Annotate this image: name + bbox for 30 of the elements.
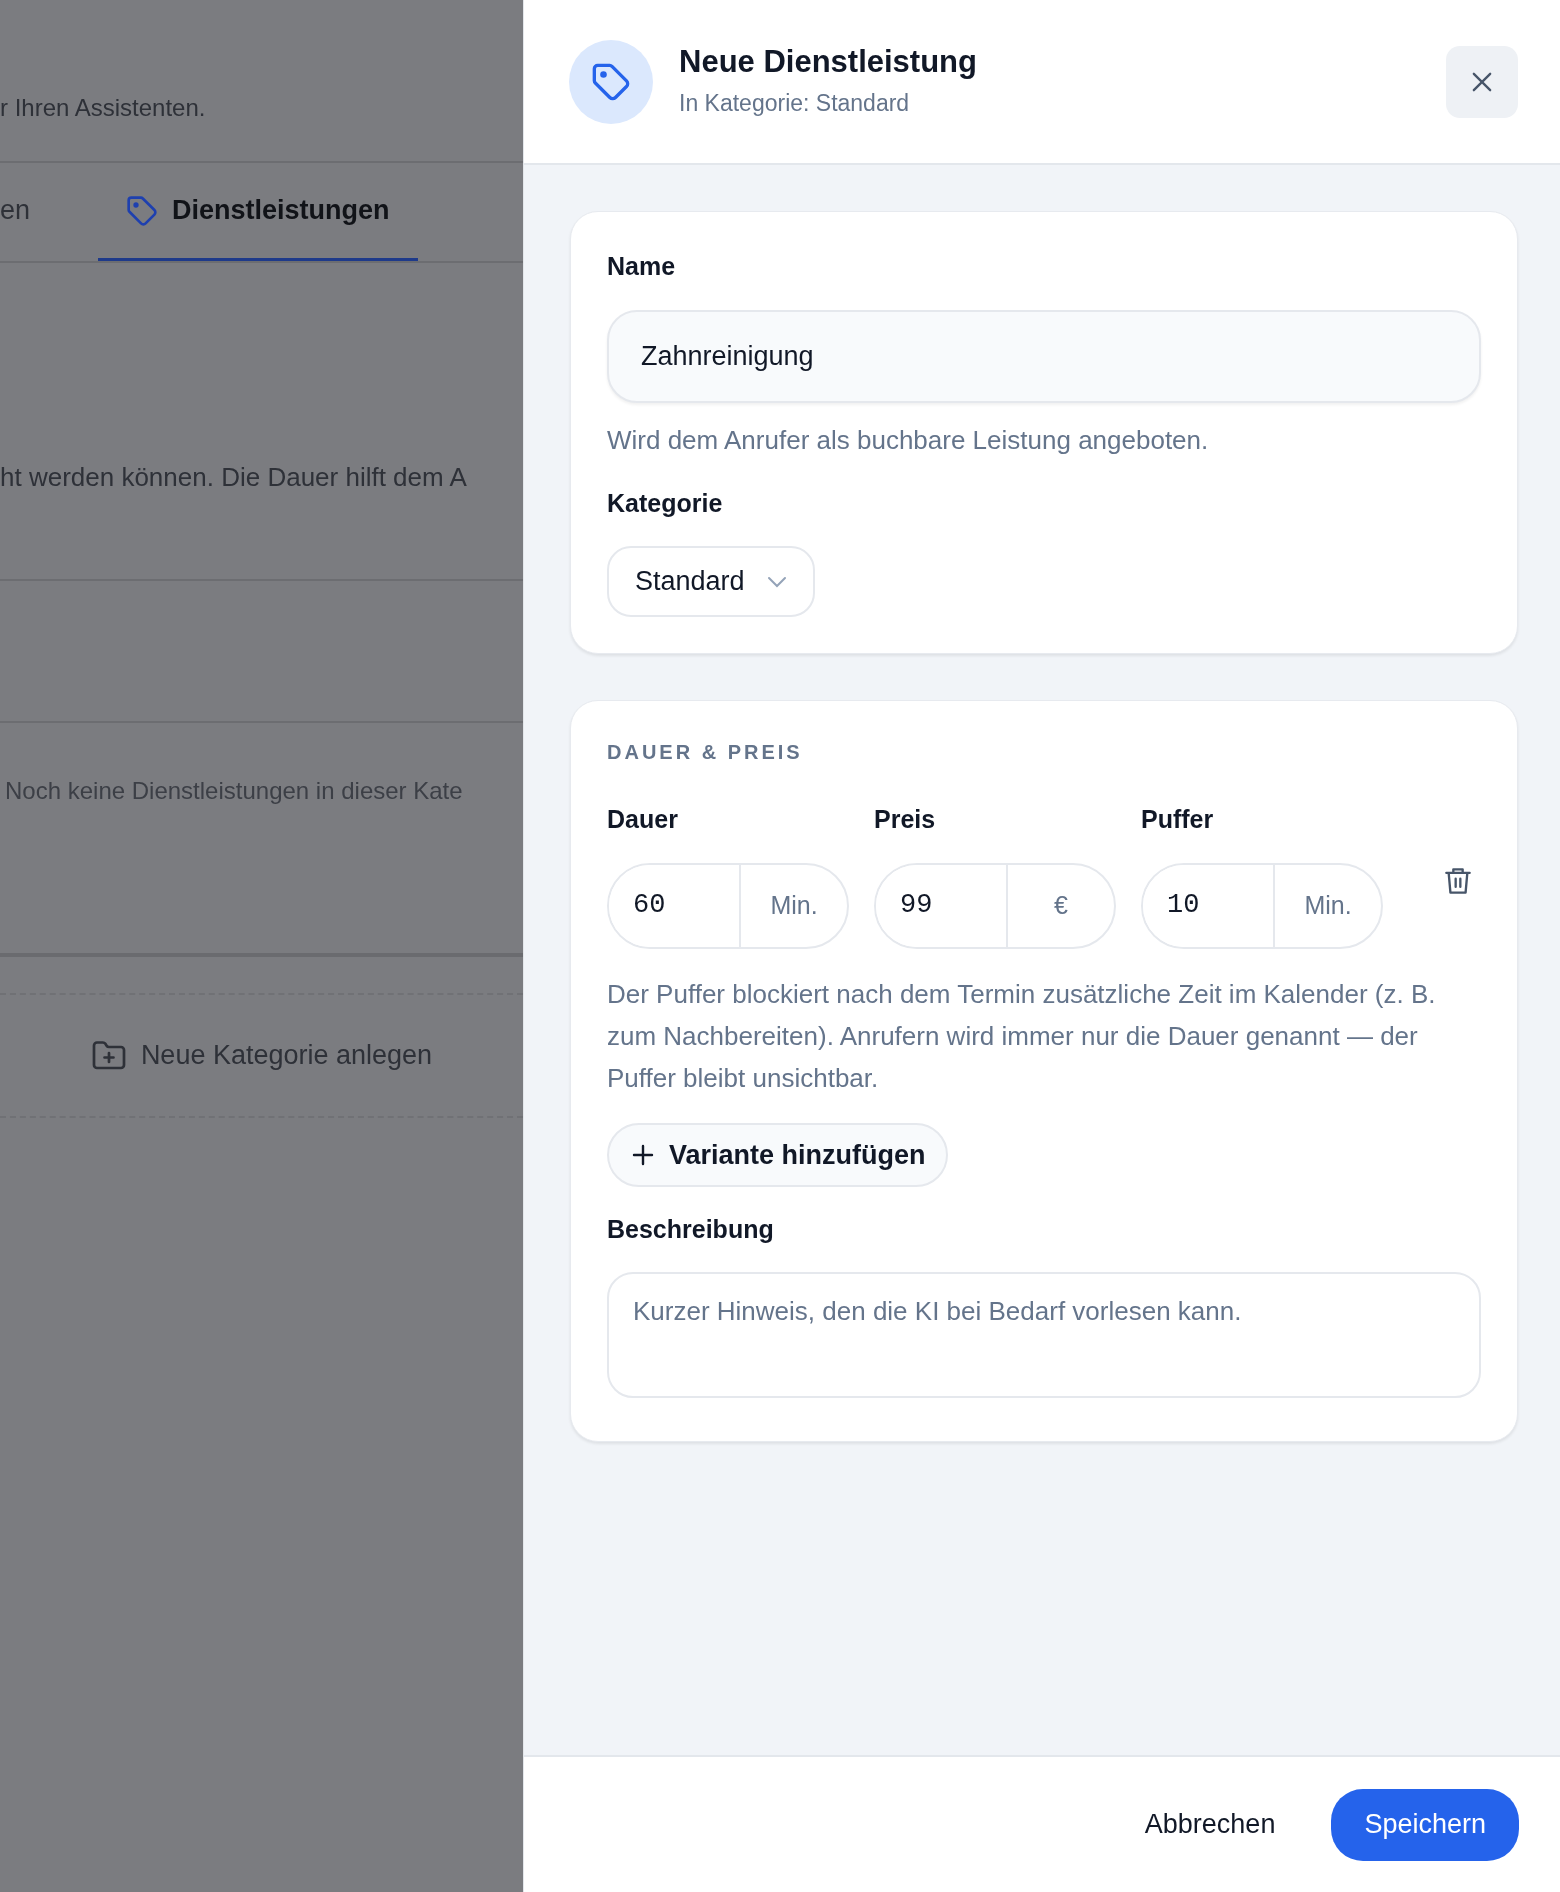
help-text: Der Puffer blockiert nach dem Termin zusätzliche Zeit im Kalender (z. B. zum Nachbereiten). Anrufern wird immer nur die Dauer genannt — der Puffer bleibt unsichtbar. <box>607 977 1437 1095</box>
unit-label: € <box>1053 889 1069 921</box>
drawer-title: Neue Dienstleistung <box>679 42 977 80</box>
plus-icon <box>631 1142 655 1167</box>
field-label: Name <box>607 251 677 282</box>
unit-label: Min. <box>769 889 819 921</box>
number-field[interactable]: 99 € <box>874 862 1116 949</box>
add-variant-button[interactable]: Variante hinzufügen <box>607 1122 948 1187</box>
field-label: Beschreibung <box>607 1213 775 1245</box>
drawer-subtitle: In Kategorie: Standard <box>679 88 911 118</box>
chevron-down-icon <box>766 575 787 588</box>
section-heading: DAUER & PREIS <box>607 740 804 766</box>
intro-text: r Ihren Assistenten. <box>0 94 206 121</box>
cancel-button[interactable]: Abbrechen <box>1130 1794 1290 1855</box>
field-label: Kategorie <box>607 487 724 519</box>
help-text: Wird dem Anrufer als buchbare Leistung angeboten. <box>607 423 1210 457</box>
description-text: ht werden können. Die Dauer hilft dem A <box>0 462 467 492</box>
number-field[interactable]: 10 Min. <box>1141 862 1383 949</box>
number-field[interactable]: 60 Min. <box>607 862 849 949</box>
description-field[interactable]: Kurzer Hinweis, den die KI bei Bedarf vorlesen kann. <box>607 1272 1481 1399</box>
save-button[interactable]: Speichern <box>1331 1788 1519 1861</box>
field-label: Preis <box>874 804 937 836</box>
name-field[interactable]: Zahnreinigung <box>607 309 1481 403</box>
category-select[interactable]: Standard <box>607 546 815 618</box>
unit-label: Min. <box>1303 889 1353 921</box>
tag-icon <box>126 194 159 227</box>
empty-message: Noch keine Dienstleistungen in dieser Kate <box>5 777 463 804</box>
field-label: Puffer <box>1141 804 1215 836</box>
tab[interactable]: Dienstleistungen <box>98 163 418 261</box>
field-label: Dauer <box>607 804 679 836</box>
